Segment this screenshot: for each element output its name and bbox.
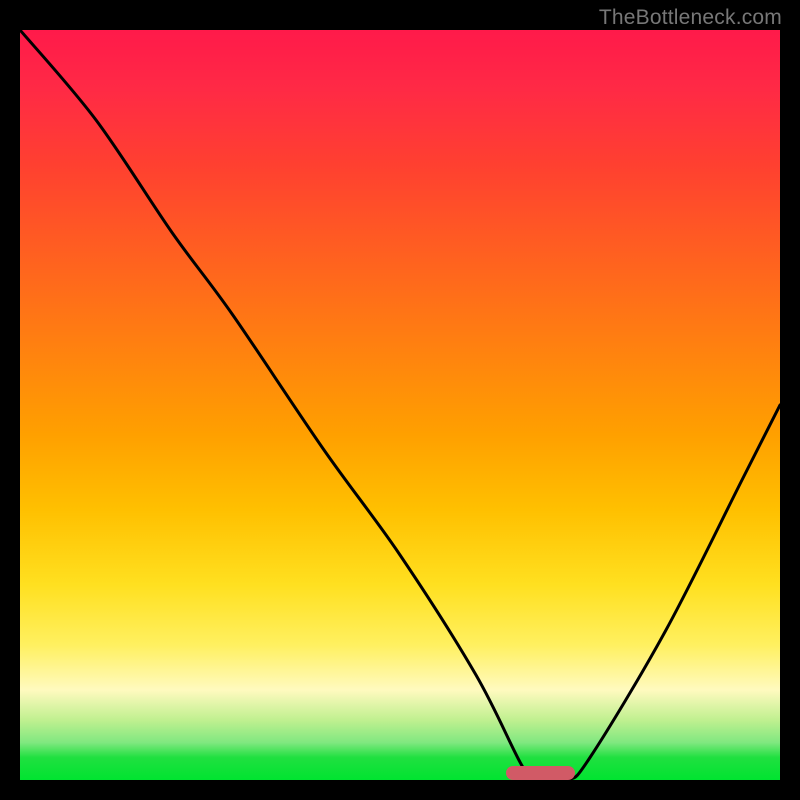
watermark-text: TheBottleneck.com [599, 6, 782, 30]
bottleneck-curve [20, 30, 780, 780]
optimal-marker [506, 766, 574, 780]
chart-container: TheBottleneck.com [0, 0, 800, 800]
plot-area [20, 30, 780, 780]
